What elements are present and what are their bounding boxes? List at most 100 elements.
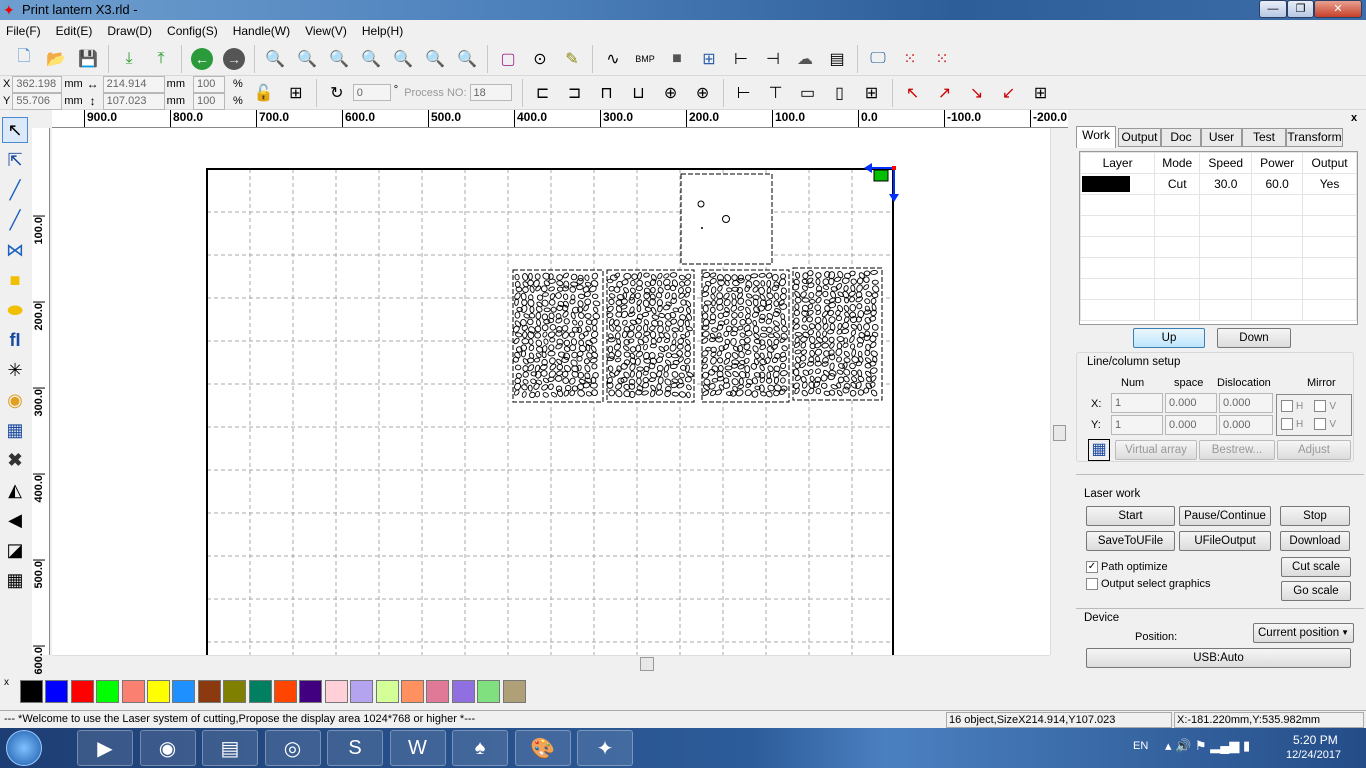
drawing-canvas[interactable] [52,128,1050,660]
grid-1-icon[interactable]: ⁙ [897,46,923,72]
x-position-input[interactable] [12,75,63,93]
same-size-icon[interactable]: ⊞ [859,80,885,106]
palette-color-swatch[interactable] [324,680,348,703]
group-icon[interactable]: ⊞ [696,46,722,72]
taskbar-laser-app-icon[interactable]: ✦ [577,730,633,766]
x-dislocation-input[interactable] [1219,393,1273,413]
mirror-y-v-checkbox[interactable] [1314,418,1327,431]
usb-auto-button[interactable]: USB:Auto [1086,648,1351,668]
stop-button[interactable]: Stop [1280,506,1350,526]
point-icon[interactable]: ✳ [2,357,28,383]
palette-color-swatch[interactable] [20,680,43,703]
array-icon[interactable]: ▦ [2,417,28,443]
layer-row[interactable]: Cut 30.0 60.0 Yes [1079,173,1357,195]
panel-close-button[interactable]: x [1351,112,1357,124]
tab-output[interactable]: Output [1118,128,1161,147]
order-icon[interactable]: ◪ [2,537,28,563]
tab-user[interactable]: User [1201,128,1242,147]
minimize-button[interactable]: — [1259,0,1287,18]
bestrew-button[interactable]: Bestrew... [1199,440,1275,460]
align-bottom-icon[interactable]: ⊔ [626,80,652,106]
text-icon[interactable]: fI [2,327,28,353]
taskbar-file-explorer-icon[interactable]: ▤ [202,730,258,766]
taskbar-skype-icon[interactable]: S [327,730,383,766]
x-num-input[interactable] [1111,393,1163,413]
process-no-input[interactable] [469,84,512,101]
taskbar-chrome-icon[interactable]: ◎ [264,730,321,766]
palette-color-swatch[interactable] [502,680,526,703]
download-button[interactable]: Download [1280,531,1350,551]
grid-2-icon[interactable]: ⁙ [929,46,955,72]
rectangle-icon[interactable]: ■ [2,267,28,293]
position-select[interactable]: Current position ▼ [1253,623,1354,643]
language-indicator[interactable]: EN [1133,740,1148,752]
anchor-grid-icon[interactable]: ⊞ [283,80,309,106]
ellipse-icon[interactable]: ⬬ [2,297,28,323]
mirror-h-icon[interactable]: ◭ [2,477,28,503]
y-space-input[interactable] [1165,415,1217,435]
palette-color-swatch[interactable] [96,680,120,703]
mirror-y-h-checkbox[interactable] [1281,418,1293,431]
tray-icons[interactable]: ▴ 🔊 ⚑ ▂▄▆ ▮ [1165,738,1250,754]
scale-y-input[interactable] [193,92,225,110]
palette-color-swatch[interactable] [223,680,247,703]
tab-work[interactable]: Work [1076,126,1116,148]
mirror-x-h-checkbox[interactable] [1281,400,1293,413]
horizontal-scrollbar[interactable] [52,655,1050,672]
palette-color-swatch[interactable] [121,680,145,703]
align-h-icon[interactable]: ⊢ [728,46,754,72]
scale-x-input[interactable] [193,75,225,93]
y-dislocation-input[interactable] [1219,415,1273,435]
palette-color-swatch[interactable] [274,680,297,703]
taskbar-firefox-icon[interactable]: ◉ [139,730,196,766]
bmp-icon[interactable]: BMP [632,46,658,72]
palette-color-swatch[interactable] [451,680,475,703]
open-folder-icon[interactable]: 📂 [43,46,69,72]
mirror-v-icon[interactable]: ◀ [2,507,28,533]
close-button[interactable]: ✕ [1314,0,1362,18]
delete-icon[interactable]: ✖ [2,447,28,473]
go-scale-button[interactable]: Go scale [1281,581,1351,601]
align-left-icon[interactable]: ⊏ [530,80,556,106]
zoom-page-icon[interactable]: 🔍 [358,46,384,72]
palette-color-swatch[interactable] [426,680,450,703]
taskbar-inkscape-icon[interactable]: ♠ [452,730,508,766]
taskbar-paint-icon[interactable]: 🎨 [514,730,571,766]
mirror-x-v-checkbox[interactable] [1314,400,1327,413]
new-file-icon[interactable]: 🗋 [11,46,37,72]
fill-square-icon[interactable]: ■ [664,46,690,72]
vertical-scroll-thumb[interactable] [1053,425,1066,441]
palette-color-swatch[interactable] [70,680,94,703]
x-space-input[interactable] [1165,393,1217,413]
distribute-h-icon[interactable]: ⊢ [731,80,757,106]
distribute-v-icon[interactable]: ⊤ [763,80,789,106]
monitor-icon[interactable]: 🖵 [865,46,891,72]
move-center-icon[interactable]: ⊞ [1028,80,1054,106]
select-arrow-icon[interactable]: ↖ [2,117,28,143]
path-optimize-option[interactable]: ✓ Path optimize [1086,561,1168,574]
rotate-icon[interactable]: ↻ [324,80,350,106]
polyline-tool-icon[interactable]: ╱ [2,207,28,233]
maximize-button[interactable]: ❐ [1287,0,1314,18]
array-grid-icon[interactable]: ▦ [1088,439,1110,461]
palette-color-swatch[interactable] [350,680,374,703]
palette-color-swatch[interactable] [248,680,272,703]
zoom-all-icon[interactable]: 🔍 [422,46,448,72]
align-center-h-icon[interactable]: ⊕ [658,80,684,106]
palette-close-button[interactable]: x [4,677,9,688]
camera-icon[interactable]: ◉ [2,387,28,413]
clock-time[interactable]: 5:20 PM [1293,733,1338,747]
layer-up-button[interactable]: Up [1133,328,1205,348]
tab-test[interactable]: Test [1242,128,1286,147]
curve-icon[interactable]: ⋈ [2,237,28,263]
zoom-in-icon[interactable]: 🔍 [294,46,320,72]
menu-edit[interactable]: Edit(E) [56,24,93,38]
y-position-input[interactable] [12,92,63,110]
move-bottom-left-icon[interactable]: ↙ [996,80,1022,106]
zoom-select-icon[interactable]: 🔍 [390,46,416,72]
move-bottom-right-icon[interactable]: ↘ [964,80,990,106]
menu-config[interactable]: Config(S) [167,24,218,38]
width-input[interactable] [102,75,165,93]
palette-color-swatch[interactable] [197,680,221,703]
select-rect-icon[interactable]: ▢ [495,46,521,72]
